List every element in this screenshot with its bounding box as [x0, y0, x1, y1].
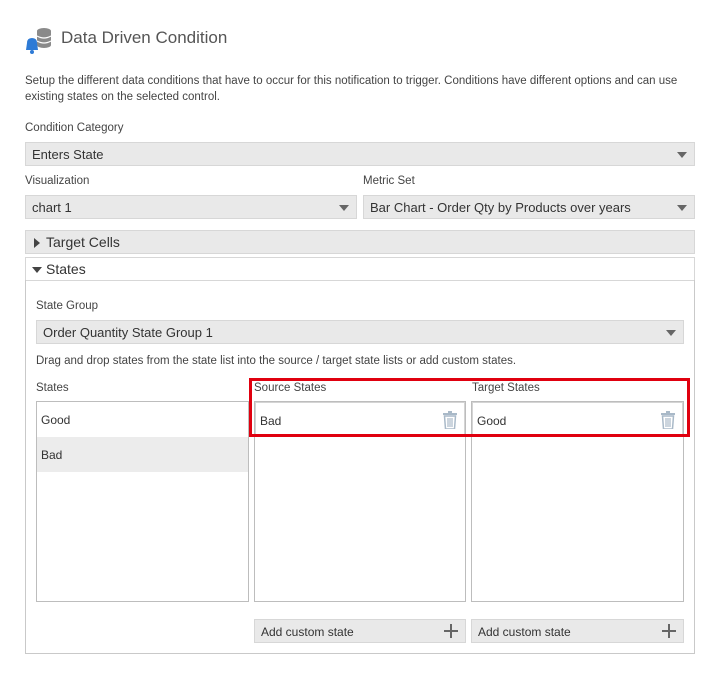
states-list-label: States [36, 382, 69, 394]
target-cells-title: Target Cells [46, 234, 120, 250]
states-section-title: States [46, 261, 86, 277]
chevron-down-icon [677, 205, 687, 211]
condition-category-label: Condition Category [25, 122, 124, 134]
target-states-label: Target States [472, 382, 540, 394]
chevron-down-icon [666, 330, 676, 336]
metric-set-label: Metric Set [363, 175, 415, 187]
state-item-label: Good [41, 413, 71, 427]
states-list[interactable]: Good Bad [36, 401, 249, 602]
page-title: Data Driven Condition [61, 28, 228, 47]
source-states-label: Source States [254, 382, 327, 394]
intro-text: Setup the different data conditions that… [25, 75, 678, 103]
states-section-header[interactable]: States [25, 257, 695, 281]
target-cells-section-header[interactable]: Target Cells [25, 230, 695, 254]
source-add-custom-state-button[interactable]: Add custom state [254, 619, 466, 643]
state-group-select[interactable]: Order Quantity State Group 1 [36, 320, 684, 344]
chevron-down-icon [339, 205, 349, 211]
visualization-select[interactable]: chart 1 [25, 195, 357, 219]
state-item-bad[interactable]: Bad [37, 437, 248, 472]
plus-icon [444, 624, 458, 638]
drag-hint: Drag and drop states from the state list… [36, 355, 517, 367]
expand-arrow-icon [34, 238, 40, 248]
state-group-value: Order Quantity State Group 1 [43, 325, 213, 340]
condition-category-value: Enters State [32, 147, 104, 162]
target-states-list[interactable]: Good [471, 401, 684, 602]
metric-set-value: Bar Chart - Order Qty by Products over y… [370, 200, 631, 215]
target-state-label: Good [477, 414, 507, 428]
source-state-item-bad[interactable]: Bad [255, 402, 465, 437]
state-group-label: State Group [36, 300, 99, 312]
add-custom-state-label: Add custom state [478, 625, 571, 639]
target-state-item-good[interactable]: Good [472, 402, 683, 437]
state-item-label: Bad [41, 448, 63, 462]
visualization-value: chart 1 [32, 200, 72, 215]
add-custom-state-label: Add custom state [261, 625, 354, 639]
chevron-down-icon [677, 152, 687, 158]
plus-icon [662, 624, 676, 638]
source-states-list[interactable]: Bad [254, 401, 466, 602]
database-bell-icon [24, 26, 56, 54]
state-item-good[interactable]: Good [37, 402, 248, 437]
target-add-custom-state-button[interactable]: Add custom state [471, 619, 684, 643]
condition-category-select[interactable]: Enters State [25, 142, 695, 166]
trash-icon[interactable] [661, 411, 675, 430]
source-state-label: Bad [260, 414, 282, 428]
trash-icon[interactable] [443, 411, 457, 430]
metric-set-select[interactable]: Bar Chart - Order Qty by Products over y… [363, 195, 695, 219]
collapse-arrow-icon [32, 267, 42, 273]
visualization-label: Visualization [25, 175, 90, 187]
